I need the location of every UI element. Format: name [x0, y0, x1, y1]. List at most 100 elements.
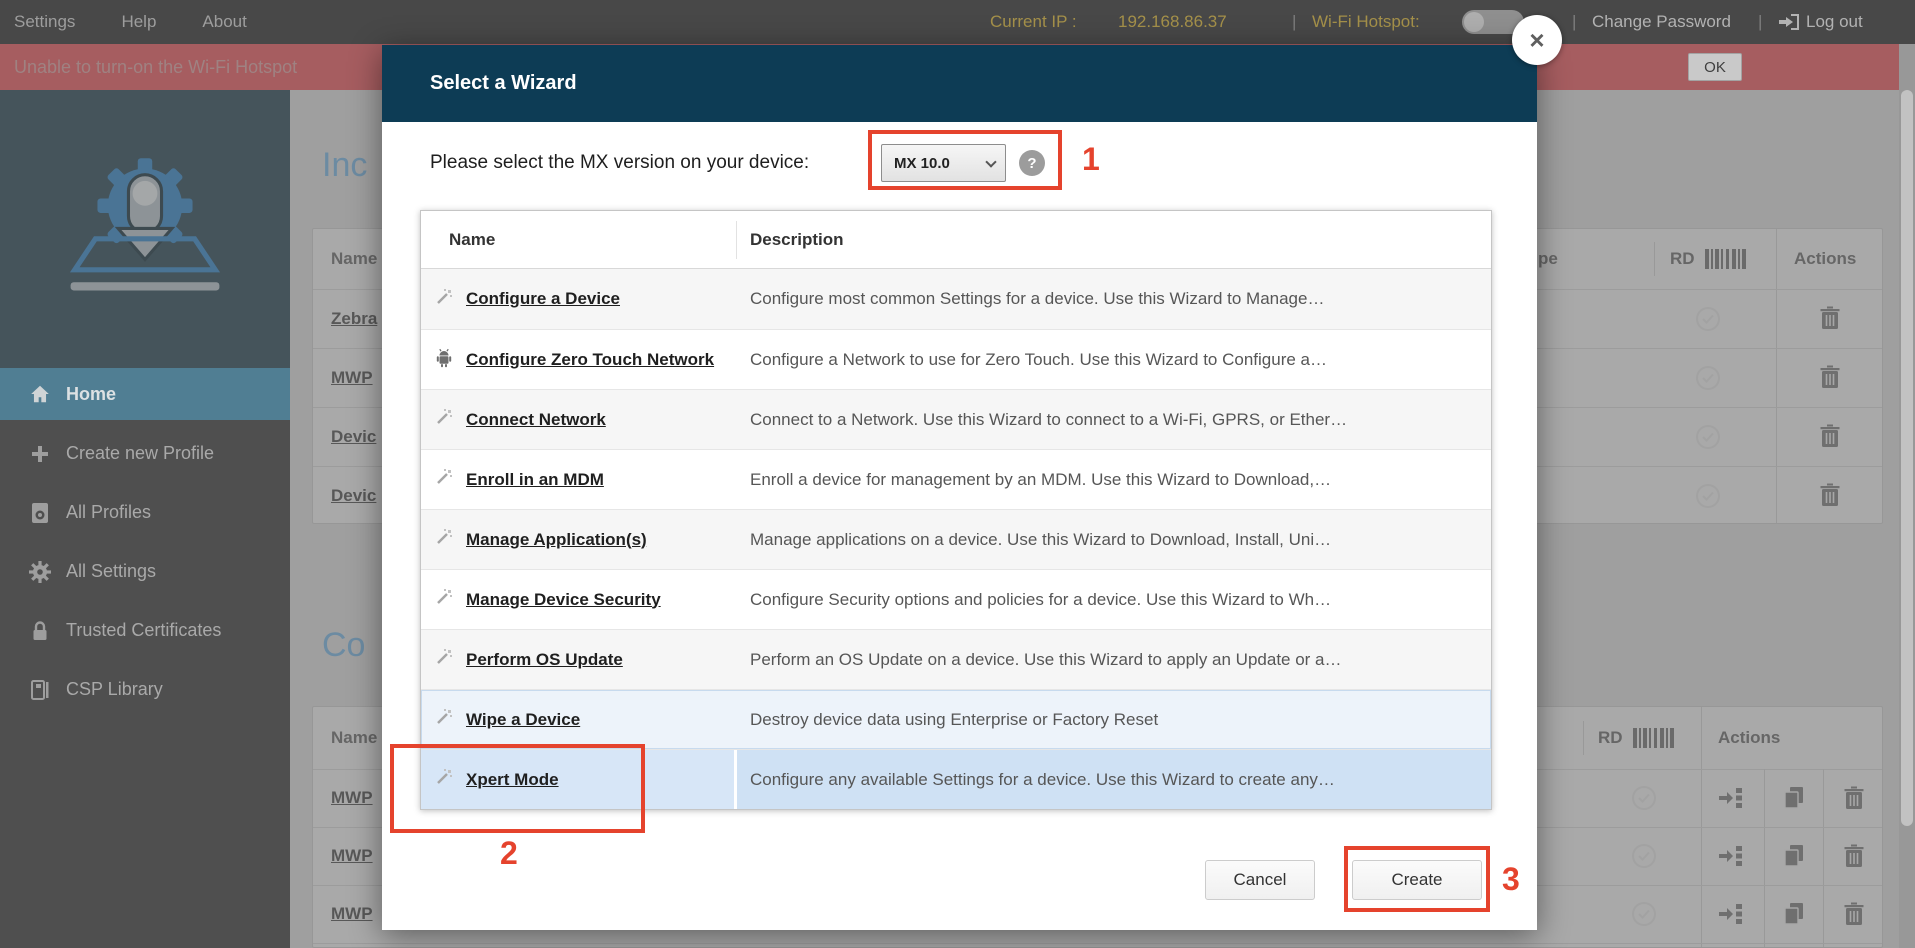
- delete-icon[interactable]: [1819, 306, 1841, 330]
- mx-version-select[interactable]: MX 10.0: [881, 144, 1006, 182]
- top-menubar: Settings Help About Current IP : 192.168…: [0, 0, 1915, 44]
- complete-profiles-heading: Co: [322, 626, 365, 665]
- wizard-row-wipe-a-device[interactable]: Wipe a Device Destroy device data using …: [421, 689, 1491, 749]
- deploy-icon[interactable]: [1719, 902, 1745, 926]
- wizard-row-connect-network[interactable]: Connect Network Connect to a Network. Us…: [421, 389, 1491, 449]
- menu-settings[interactable]: Settings: [14, 12, 75, 32]
- deploy-icon[interactable]: [1719, 786, 1745, 810]
- wizard-description: Configure a Network to use for Zero Touc…: [737, 330, 1491, 389]
- delete-icon[interactable]: [1819, 365, 1841, 389]
- profile-row-link[interactable]: MWP: [331, 348, 373, 407]
- delete-icon[interactable]: [1843, 844, 1865, 868]
- wizard-description: Manage applications on a device. Use thi…: [737, 510, 1491, 569]
- barcode-icon: [1705, 249, 1751, 269]
- wizard-row-enroll-in-an-mdm[interactable]: Enroll in an MDM Enroll a device for man…: [421, 449, 1491, 509]
- wizard-link[interactable]: Manage Device Security: [466, 590, 661, 610]
- delete-icon[interactable]: [1843, 902, 1865, 926]
- wifi-hotspot-label: Wi-Fi Hotspot:: [1312, 0, 1420, 44]
- banner-ok-button[interactable]: OK: [1688, 53, 1742, 81]
- wizard-link[interactable]: Perform OS Update: [466, 650, 623, 670]
- mx-version-value: MX 10.0: [894, 155, 950, 172]
- column-header-rd: RD: [1598, 707, 1623, 769]
- annotation-number-2: 2: [500, 835, 518, 872]
- profile-row-link[interactable]: Devic: [331, 466, 376, 524]
- sidebar-item-trusted-certificates[interactable]: Trusted Certificates: [0, 601, 290, 660]
- wizard-link[interactable]: Configure Zero Touch Network: [466, 350, 714, 370]
- wand-icon: [434, 587, 454, 612]
- rd-status-icon: [1695, 365, 1721, 391]
- wizard-row-configure-a-device[interactable]: Configure a Device Configure most common…: [421, 269, 1491, 329]
- profile-row-link[interactable]: MWP: [331, 885, 373, 943]
- divider: [1776, 229, 1777, 524]
- error-banner-message: Unable to turn-on the Wi-Fi Hotspot: [14, 44, 297, 90]
- wand-icon: [434, 647, 454, 672]
- profile-row-link[interactable]: Zebra: [331, 289, 377, 348]
- separator: |: [1572, 0, 1576, 44]
- help-icon[interactable]: ?: [1019, 150, 1045, 176]
- wizard-link[interactable]: Xpert Mode: [466, 770, 559, 790]
- wand-icon: [434, 287, 454, 312]
- wizard-link[interactable]: Manage Application(s): [466, 530, 647, 550]
- column-header-name: Name: [331, 707, 377, 769]
- delete-icon[interactable]: [1843, 786, 1865, 810]
- incomplete-profiles-heading: Inc: [322, 146, 367, 185]
- plus-icon: [28, 444, 52, 464]
- menu-help[interactable]: Help: [121, 12, 156, 32]
- wizard-link[interactable]: Enroll in an MDM: [466, 470, 604, 490]
- wizard-link[interactable]: Connect Network: [466, 410, 606, 430]
- wizard-link[interactable]: Configure a Device: [466, 289, 620, 309]
- gear-icon: [28, 561, 52, 583]
- rd-status-icon: [1631, 843, 1657, 869]
- change-password-link[interactable]: Change Password: [1592, 0, 1731, 44]
- divider: [1654, 242, 1655, 276]
- sidebar-item-create-new-profile[interactable]: Create new Profile: [0, 424, 290, 483]
- vertical-scrollbar[interactable]: [1899, 44, 1915, 948]
- sidebar-item-all-profiles[interactable]: All Profiles: [0, 483, 290, 542]
- profile-row-link[interactable]: Devic: [331, 407, 376, 466]
- delete-icon[interactable]: [1819, 483, 1841, 507]
- wand-icon: [434, 707, 454, 732]
- wizard-row-configure-zero-touch-network[interactable]: Configure Zero Touch Network Configure a…: [421, 329, 1491, 389]
- create-button[interactable]: Create: [1352, 860, 1482, 900]
- wizard-row-perform-os-update[interactable]: Perform OS Update Perform an OS Update o…: [421, 629, 1491, 689]
- android-icon: [434, 347, 454, 373]
- sidebar-item-label: Trusted Certificates: [66, 620, 221, 641]
- menu-about[interactable]: About: [202, 12, 246, 32]
- copy-icon[interactable]: [1783, 786, 1805, 810]
- logout-link[interactable]: Log out: [1806, 0, 1863, 44]
- current-ip-value: 192.168.86.37: [1118, 0, 1227, 44]
- select-wizard-dialog: Select a Wizard Please select the MX ver…: [382, 45, 1537, 930]
- rd-status-icon: [1695, 483, 1721, 509]
- wizard-description: Configure any available Settings for a d…: [737, 750, 1491, 809]
- column-header-actions: Actions: [1718, 707, 1780, 769]
- copy-icon[interactable]: [1783, 844, 1805, 868]
- cancel-button[interactable]: Cancel: [1205, 860, 1315, 900]
- profile-row-link[interactable]: MWP: [331, 827, 373, 885]
- scrollbar-thumb[interactable]: [1901, 90, 1913, 826]
- deploy-icon[interactable]: [1719, 844, 1745, 868]
- wizard-row-manage-applications[interactable]: Manage Application(s) Manage application…: [421, 509, 1491, 569]
- wizard-description: Perform an OS Update on a device. Use th…: [737, 630, 1491, 689]
- sidebar-item-label: All Profiles: [66, 502, 151, 523]
- divider: [1764, 769, 1765, 948]
- delete-icon[interactable]: [1819, 424, 1841, 448]
- column-header-type-fragment: pe: [1538, 229, 1558, 289]
- copy-icon[interactable]: [1783, 902, 1805, 926]
- rd-status-icon: [1631, 785, 1657, 811]
- sidebar-item-home[interactable]: Home: [0, 368, 290, 420]
- wizard-table: Name Description Configure a Device Conf…: [420, 210, 1492, 810]
- wizard-row-xpert-mode[interactable]: Xpert Mode Configure any available Setti…: [421, 749, 1491, 809]
- rd-status-icon: [1695, 424, 1721, 450]
- wizard-row-manage-device-security[interactable]: Manage Device Security Configure Securit…: [421, 569, 1491, 629]
- mx-version-prompt: Please select the MX version on your dev…: [430, 142, 809, 184]
- wizard-link[interactable]: Wipe a Device: [466, 710, 580, 730]
- sidebar-item-all-settings[interactable]: All Settings: [0, 542, 290, 601]
- wand-icon: [434, 467, 454, 492]
- separator: |: [1292, 0, 1296, 44]
- close-icon[interactable]: ×: [1512, 15, 1562, 65]
- sidebar-item-label: All Settings: [66, 561, 156, 582]
- wizard-description: Configure Security options and policies …: [737, 570, 1491, 629]
- sidebar-item-label: Create new Profile: [66, 443, 214, 464]
- profile-row-link[interactable]: MWP: [331, 769, 373, 827]
- sidebar-item-csp-library[interactable]: CSP Library: [0, 660, 290, 719]
